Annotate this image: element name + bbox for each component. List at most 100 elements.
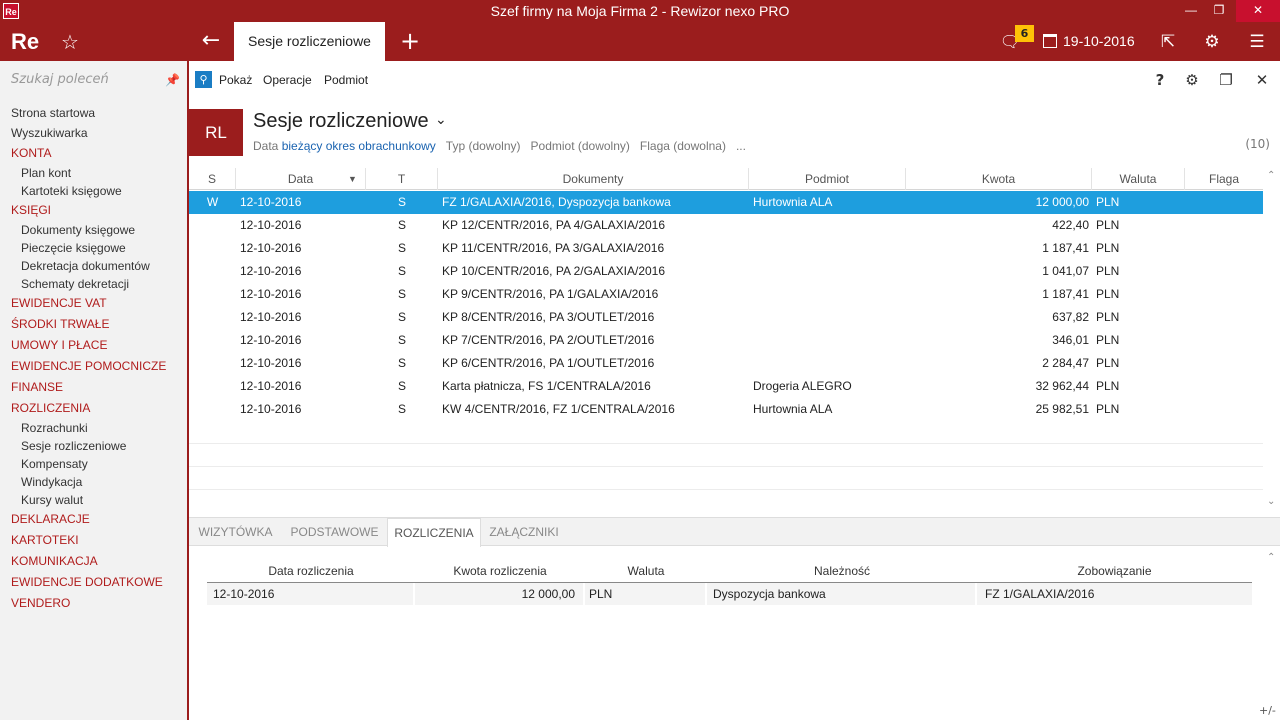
tab-sesje-rozliczeniowe[interactable]: Sesje rozliczeniowe <box>234 22 385 61</box>
sidebar-item-umowy-i-płace[interactable]: UMOWY I PŁACE <box>0 335 187 356</box>
show-button[interactable]: Pokaż <box>219 61 252 99</box>
scroll-down-icon[interactable]: ⌄ <box>1267 496 1275 507</box>
pin-icon[interactable]: 📌 <box>165 73 180 87</box>
sidebar-item-plan-kont[interactable]: Plan kont <box>0 164 187 182</box>
page-title[interactable]: Sesje rozliczeniowe <box>253 110 429 133</box>
tab-wizytowka[interactable]: WIZYTÓWKA <box>189 518 282 546</box>
tab-zalaczniki[interactable]: ZAŁĄCZNIKI <box>481 518 567 546</box>
sidebar-item-kompensaty[interactable]: Kompensaty <box>0 455 187 473</box>
cell-currency: PLN <box>1096 287 1120 301</box>
cell-t: S <box>397 333 406 347</box>
back-arrow-icon[interactable]: ← <box>196 28 226 54</box>
restore-icon[interactable]: ❐ <box>1204 0 1234 22</box>
sidebar-item-dekretacja-dokumentów[interactable]: Dekretacja dokumentów <box>0 257 187 275</box>
close-window-icon[interactable]: ✕ <box>1236 0 1280 22</box>
col-header-zobowiazanie[interactable]: Zobowiązanie <box>977 560 1252 582</box>
close-module-icon[interactable]: ✕ <box>1251 69 1273 91</box>
col-header-podmiot[interactable]: Podmiot <box>749 168 906 190</box>
col-header-waluta[interactable]: Waluta <box>585 560 707 582</box>
sidebar-item-ewidencje-vat[interactable]: EWIDENCJE VAT <box>0 293 187 314</box>
empty-row <box>189 467 1263 490</box>
help-icon[interactable]: ? <box>1149 69 1171 91</box>
calendar-icon[interactable] <box>1043 34 1057 48</box>
command-search-input[interactable]: Szukaj poleceń <box>11 72 109 87</box>
sidebar-item-rozrachunki[interactable]: Rozrachunki <box>0 419 187 437</box>
cell-documents: FZ 1/GALAXIA/2016, Dyspozycja bankowa <box>442 195 671 209</box>
filter-type[interactable]: Typ (dowolny) <box>446 139 521 153</box>
tab-rozliczenia[interactable]: ROZLICZENIA <box>387 518 481 547</box>
table-row[interactable]: 12-10-2016 S KP 8/CENTR/2016, PA 3/OUTLET/… <box>189 306 1263 329</box>
hamburger-menu-icon[interactable]: ☰ <box>1245 30 1269 54</box>
filter-flag[interactable]: Flaga (dowolna) <box>640 139 726 153</box>
col-header-data-rozliczenia[interactable]: Data rozliczenia <box>207 560 415 582</box>
sidebar-item-pieczęcie-księgowe[interactable]: Pieczęcie księgowe <box>0 239 187 257</box>
settings-gear-icon[interactable]: ⚙ <box>1200 30 1224 54</box>
notifications-badge[interactable]: 6 <box>1015 25 1034 42</box>
col-header-waluta[interactable]: Waluta <box>1092 168 1185 190</box>
sidebar-item-wyszukiwarka[interactable]: Wyszukiwarka <box>0 123 187 143</box>
subject-button[interactable]: Podmiot <box>324 61 368 99</box>
table-row[interactable]: 12-10-2016 S KP 10/CENTR/2016, PA 2/GALAXI… <box>189 260 1263 283</box>
col-header-data[interactable]: Data ▼ <box>236 168 366 190</box>
sidebar-item-kursy-walut[interactable]: Kursy walut <box>0 491 187 509</box>
col-header-kwota-rozliczenia[interactable]: Kwota rozliczenia <box>415 560 585 582</box>
sidebar-item-sesje-rozliczeniowe[interactable]: Sesje rozliczeniowe <box>0 437 187 455</box>
table-row[interactable]: 12-10-2016 S Karta płatnicza, FS 1/CENTRAL… <box>189 375 1263 398</box>
sidebar-item-komunikacja[interactable]: KOMUNIKACJA <box>0 551 187 572</box>
scroll-up-icon[interactable]: ⌃ <box>1267 170 1275 181</box>
filter-subject[interactable]: Podmiot (dowolny) <box>531 139 630 153</box>
cell-amount: 346,01 <box>1052 333 1089 347</box>
table-row[interactable]: 12-10-2016 S KP 6/CENTR/2016, PA 1/OUTLET/… <box>189 352 1263 375</box>
working-date[interactable]: 19-10-2016 <box>1063 22 1135 61</box>
sidebar-item-księgi[interactable]: KSIĘGI <box>0 200 187 221</box>
sidebar-item-rozliczenia[interactable]: ROZLICZENIA <box>0 398 187 419</box>
sidebar-item-dokumenty-księgowe[interactable]: Dokumenty księgowe <box>0 221 187 239</box>
operations-button[interactable]: Operacje <box>263 61 312 99</box>
cell-subject <box>753 214 903 237</box>
sidebar-item-kartoteki[interactable]: KARTOTEKI <box>0 530 187 551</box>
sidebar-item-strona-startowa[interactable]: Strona startowa <box>0 103 187 123</box>
table-row[interactable]: 12-10-2016 S KP 7/CENTR/2016, PA 2/OUTLET/… <box>189 329 1263 352</box>
sidebar-item-środki-trwałe[interactable]: ŚRODKI TRWAŁE <box>0 314 187 335</box>
sidebar-item-deklaracje[interactable]: DEKLARACJE <box>0 509 187 530</box>
col-header-s[interactable]: S <box>189 168 236 190</box>
col-header-flaga[interactable]: Flaga <box>1185 168 1263 190</box>
col-header-naleznosc[interactable]: Należność <box>707 560 977 582</box>
sidebar-item-ewidencje-dodatkowe[interactable]: EWIDENCJE DODATKOWE <box>0 572 187 593</box>
sidebar-item-konta[interactable]: KONTA <box>0 143 187 164</box>
detail-scroll-up-icon[interactable]: ⌃ <box>1267 552 1275 563</box>
plus-minus-toggle[interactable]: +/- <box>1259 704 1276 717</box>
search-icon[interactable]: ⚲ <box>195 71 212 88</box>
filter-date-label: Data <box>253 139 279 153</box>
table-row[interactable]: 12-10-2016 S KP 11/CENTR/2016, PA 3/GALAXI… <box>189 237 1263 260</box>
sidebar-item-windykacja[interactable]: Windykacja <box>0 473 187 491</box>
chevron-down-icon[interactable]: ⌄ <box>435 112 447 128</box>
cell-flag <box>1185 260 1263 283</box>
sidebar-item-finanse[interactable]: FINANSE <box>0 377 187 398</box>
table-row[interactable]: 12-10-2016 S KW 4/CENTR/2016, FZ 1/CENTRAL… <box>189 398 1263 421</box>
sidebar-item-ewidencje-pomocnicze[interactable]: EWIDENCJE POMOCNICZE <box>0 356 187 377</box>
sidebar-item-vendero[interactable]: VENDERO <box>0 593 187 614</box>
sidebar-item-kartoteki-księgowe[interactable]: Kartoteki księgowe <box>0 182 187 200</box>
minimize-icon[interactable]: — <box>1176 0 1206 22</box>
cell-s <box>189 283 236 306</box>
cell-date: 12-10-2016 <box>240 310 302 324</box>
module-settings-gear-icon[interactable]: ⚙ <box>1181 69 1203 91</box>
app-logo[interactable]: Re <box>0 22 50 61</box>
detach-window-icon[interactable]: ❐ <box>1215 69 1237 91</box>
new-tab-plus-icon[interactable]: + <box>398 28 422 54</box>
table-row[interactable]: 12-10-2016 S KP 9/CENTR/2016, PA 1/GALAXIA… <box>189 283 1263 306</box>
favorites-star-icon[interactable]: ☆ <box>58 30 82 54</box>
col-header-kwota[interactable]: Kwota <box>906 168 1092 190</box>
table-row[interactable]: 12-10-2016 S KP 12/CENTR/2016, PA 4/GALAXI… <box>189 214 1263 237</box>
table-row[interactable]: 12-10-2016 12 000,00 PLN Dyspozycja bank… <box>207 583 1252 605</box>
col-header-t[interactable]: T <box>366 168 438 190</box>
export-icon[interactable]: ⇱ <box>1156 30 1180 54</box>
cell-flag <box>1185 214 1263 237</box>
table-row[interactable]: W 12-10-2016 S FZ 1/GALAXIA/2016, Dyspozycj… <box>189 191 1263 214</box>
tab-podstawowe[interactable]: PODSTAWOWE <box>282 518 387 546</box>
filter-more[interactable]: ... <box>736 139 746 153</box>
col-header-dokumenty[interactable]: Dokumenty <box>438 168 749 190</box>
filter-date-value[interactable]: bieżący okres obrachunkowy <box>282 139 436 153</box>
sidebar-item-schematy-dekretacji[interactable]: Schematy dekretacji <box>0 275 187 293</box>
